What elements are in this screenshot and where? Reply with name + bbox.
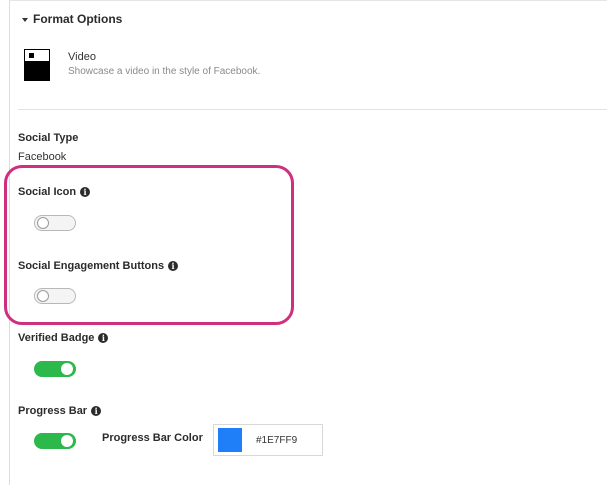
social-icon-toggle[interactable]: [34, 215, 76, 231]
format-options-toggle[interactable]: Format Options: [22, 12, 122, 26]
social-icon-label: Social Icon i: [18, 186, 91, 198]
info-icon[interactable]: i: [80, 187, 91, 197]
progress-bar-label: Progress Bar i: [18, 405, 102, 417]
info-icon[interactable]: i: [168, 261, 179, 271]
info-icon[interactable]: i: [98, 333, 109, 343]
social-type-value: Facebook: [18, 151, 67, 163]
social-type-label: Social Type: [18, 132, 79, 144]
format-item-description: Showcase a video in the style of Faceboo…: [68, 66, 261, 77]
social-engagement-label: Social Engagement Buttons i: [18, 260, 179, 272]
section-divider: [18, 109, 607, 110]
format-item-video[interactable]: Video Showcase a video in the style of F…: [24, 49, 260, 81]
verified-badge-toggle[interactable]: [34, 361, 76, 377]
format-options-title: Format Options: [33, 12, 123, 26]
caret-down-icon: [22, 17, 28, 22]
format-item-title: Video: [68, 51, 96, 63]
info-icon[interactable]: i: [91, 406, 102, 416]
progress-bar-color-picker[interactable]: #1E7FF9: [213, 424, 323, 456]
social-engagement-toggle[interactable]: [34, 288, 76, 304]
format-panel: Format Options Video Showcase a video in…: [9, 0, 607, 485]
color-hex-value: #1E7FF9: [256, 434, 298, 446]
video-format-icon: [24, 49, 50, 81]
progress-bar-color-label: Progress Bar Color: [102, 432, 203, 444]
verified-badge-label: Verified Badge i: [18, 332, 109, 344]
progress-bar-toggle[interactable]: [34, 433, 76, 449]
color-swatch[interactable]: [218, 428, 242, 452]
